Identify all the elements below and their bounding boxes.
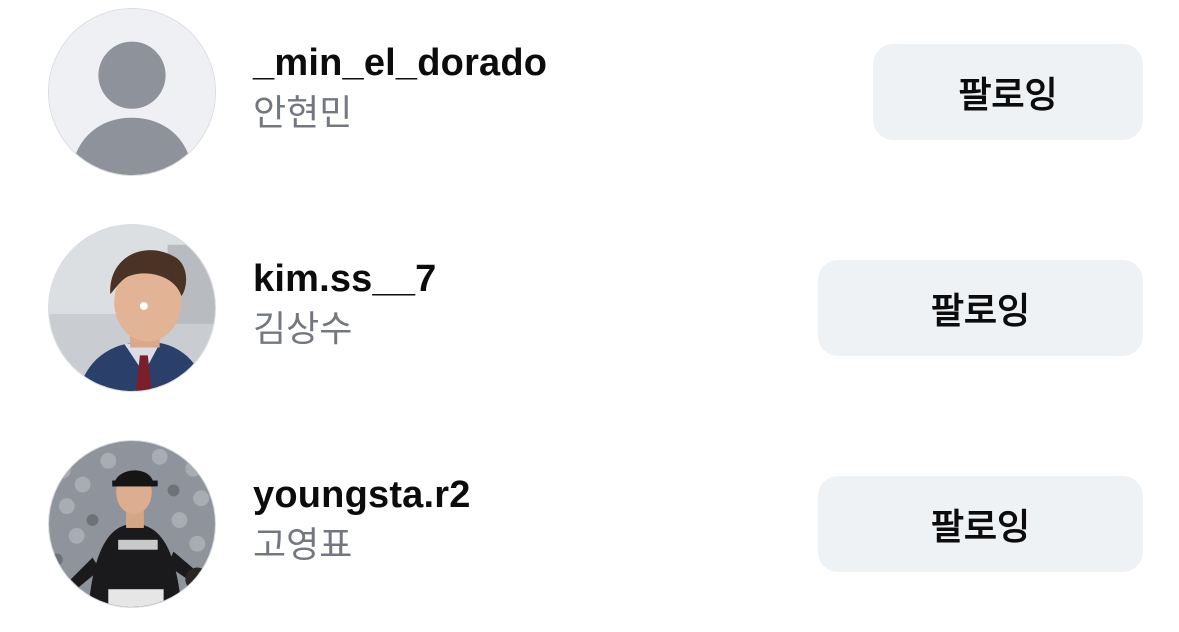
default-profile-icon <box>49 9 215 175</box>
following-button[interactable]: 팔로잉 <box>818 260 1143 356</box>
profile-photo <box>49 225 215 391</box>
list-item[interactable]: _min_el_dorado 안현민 팔로잉 <box>0 0 1179 200</box>
username[interactable]: youngsta.r2 <box>253 472 471 518</box>
avatar[interactable] <box>48 440 216 608</box>
profile-photo <box>49 441 215 607</box>
list-item[interactable]: kim.ss__7 김상수 팔로잉 <box>0 216 1179 416</box>
user-names: _min_el_dorado 안현민 <box>253 40 547 138</box>
full-name: 고영표 <box>253 524 353 565</box>
username[interactable]: _min_el_dorado <box>253 40 547 86</box>
user-names: youngsta.r2 고영표 <box>253 472 471 570</box>
username[interactable]: kim.ss__7 <box>253 256 437 302</box>
full-name: 안현민 <box>253 92 353 133</box>
following-button[interactable]: 팔로잉 <box>873 44 1143 140</box>
list-item[interactable]: youngsta.r2 고영표 팔로잉 <box>0 432 1179 632</box>
following-button[interactable]: 팔로잉 <box>818 476 1143 572</box>
avatar[interactable] <box>48 224 216 392</box>
user-names: kim.ss__7 김상수 <box>253 256 437 354</box>
avatar[interactable] <box>48 8 216 176</box>
full-name: 김상수 <box>253 308 353 349</box>
